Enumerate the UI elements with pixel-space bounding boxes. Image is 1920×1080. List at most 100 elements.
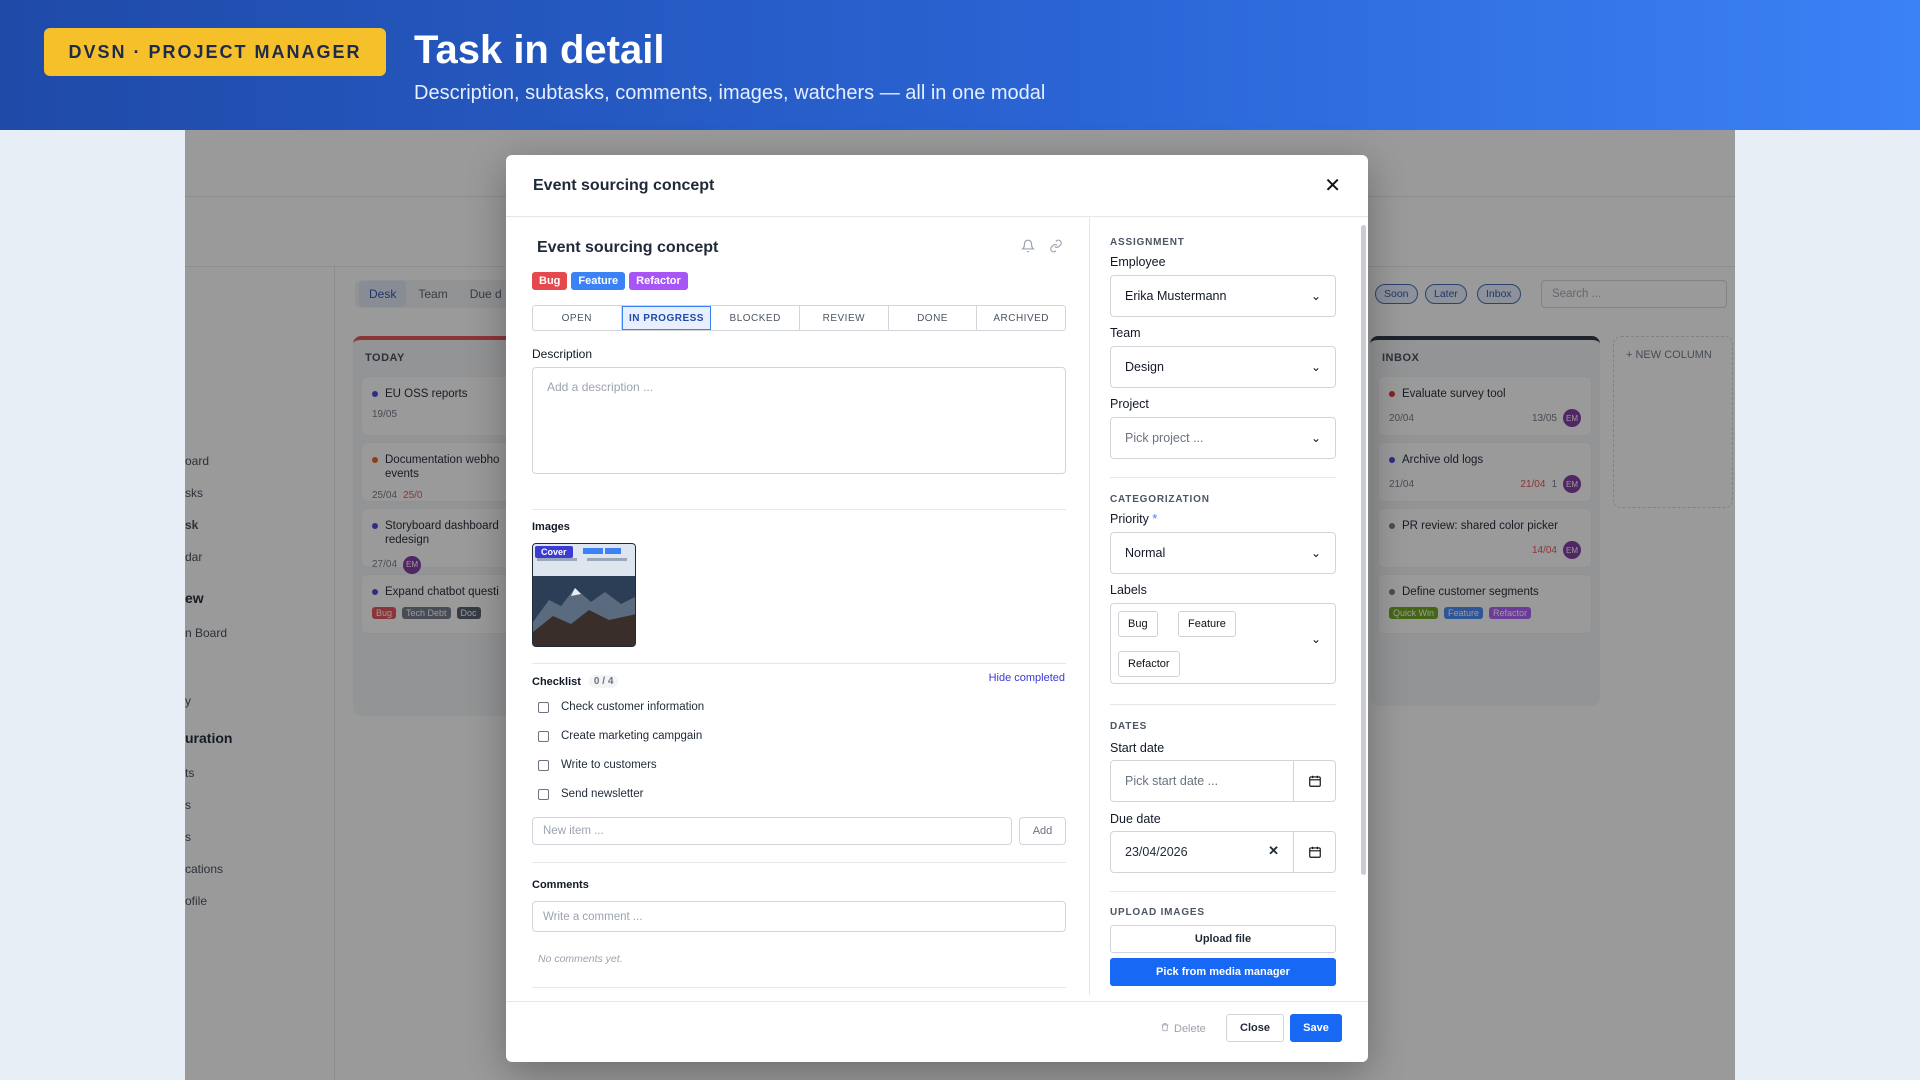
comment-input[interactable]: Write a comment ...: [532, 901, 1066, 932]
calendar-icon[interactable]: [1293, 832, 1335, 872]
task-modal: Event sourcing concept ✕ Event sourcing …: [506, 155, 1368, 1062]
employee-value: Erika Mustermann: [1125, 289, 1227, 303]
status-review[interactable]: REVIEW: [800, 306, 889, 330]
priority-select[interactable]: Normal ⌄: [1110, 532, 1336, 574]
label-chip-refactor[interactable]: Refactor: [1118, 651, 1180, 677]
chevron-down-icon: ⌄: [1310, 289, 1321, 303]
modal-footer: Delete Close Save: [506, 1001, 1368, 1062]
required-marker: *: [1152, 512, 1158, 526]
checklist-item[interactable]: Create marketing campgain: [538, 730, 702, 742]
status-archived[interactable]: ARCHIVED: [977, 306, 1065, 330]
chevron-down-icon: ⌄: [1310, 632, 1321, 646]
description-label: Description: [532, 347, 593, 361]
team-label: Team: [1110, 326, 1141, 340]
project-select[interactable]: Pick project ... ⌄: [1110, 417, 1336, 459]
headline: Task in detail: [414, 28, 665, 72]
cover-badge: Cover: [535, 546, 573, 558]
task-title[interactable]: Event sourcing concept: [537, 239, 718, 257]
checklist-count: 0 / 4: [588, 675, 619, 688]
task-tags: Bug Feature Refactor: [532, 272, 688, 290]
divider: [532, 987, 1066, 988]
checklist-label: Checklist: [532, 675, 581, 688]
delete-button[interactable]: Delete: [1160, 1022, 1206, 1035]
images-label: Images: [532, 521, 570, 533]
employee-select[interactable]: Erika Mustermann ⌄: [1110, 275, 1336, 317]
checkbox[interactable]: [538, 701, 549, 713]
label-chip-feature[interactable]: Feature: [1178, 611, 1236, 637]
add-item-button[interactable]: Add: [1019, 817, 1066, 845]
description-textarea[interactable]: Add a description ...: [532, 367, 1066, 474]
labels-select[interactable]: Bug Feature Refactor ⌄: [1110, 603, 1336, 684]
project-label: Project: [1110, 397, 1149, 411]
checklist-item-label: Write to customers: [561, 759, 657, 771]
tag-refactor[interactable]: Refactor: [629, 272, 688, 290]
chevron-down-icon: ⌄: [1310, 360, 1321, 374]
assignment-section: ASSIGNMENT: [1110, 237, 1185, 248]
start-date-input[interactable]: Pick start date ...: [1110, 760, 1336, 802]
divider: [1110, 477, 1336, 478]
upload-section: UPLOAD IMAGES: [1110, 907, 1205, 918]
image-thumbnail[interactable]: Cover: [532, 543, 636, 647]
delete-label: Delete: [1174, 1022, 1206, 1035]
status-done[interactable]: DONE: [889, 306, 978, 330]
calendar-icon[interactable]: [1293, 761, 1335, 801]
priority-label-text: Priority: [1110, 512, 1149, 526]
hide-completed-link[interactable]: Hide completed: [989, 672, 1065, 684]
scrollbar[interactable]: [1361, 225, 1366, 875]
header-banner: DVSN · PROJECT MANAGER Task in detail De…: [0, 0, 1920, 130]
checkbox[interactable]: [538, 759, 549, 771]
close-button[interactable]: Close: [1226, 1014, 1284, 1042]
checkbox[interactable]: [538, 730, 549, 742]
chevron-down-icon: ⌄: [1310, 546, 1321, 560]
media-manager-button[interactable]: Pick from media manager: [1110, 958, 1336, 986]
project-placeholder: Pick project ...: [1125, 431, 1204, 445]
employee-label: Employee: [1110, 255, 1166, 269]
checkbox[interactable]: [538, 788, 549, 800]
priority-label: Priority *: [1110, 512, 1157, 526]
tag-bug[interactable]: Bug: [532, 272, 568, 290]
clear-icon[interactable]: ✕: [1268, 843, 1279, 859]
new-item-input[interactable]: New item ...: [532, 817, 1012, 845]
dates-section: DATES: [1110, 721, 1148, 732]
due-date-label: Due date: [1110, 812, 1161, 826]
no-comments-text: No comments yet.: [538, 953, 623, 965]
modal-header: Event sourcing concept ✕: [506, 155, 1368, 217]
save-button[interactable]: Save: [1290, 1014, 1342, 1042]
status-blocked[interactable]: BLOCKED: [711, 306, 801, 330]
checklist-item[interactable]: Write to customers: [538, 759, 657, 771]
divider: [1110, 704, 1336, 705]
upload-file-button[interactable]: Upload file: [1110, 925, 1336, 953]
checklist-item[interactable]: Send newsletter: [538, 788, 643, 800]
divider: [1110, 891, 1336, 892]
subheadline: Description, subtasks, comments, images,…: [414, 82, 1046, 104]
status-in-progress[interactable]: IN PROGRESS: [621, 306, 712, 330]
categorization-section: CATEGORIZATION: [1110, 494, 1210, 505]
bell-icon[interactable]: [1020, 239, 1036, 258]
tag-feature[interactable]: Feature: [571, 272, 626, 290]
modal-sidebar: ASSIGNMENT Employee Erika Mustermann ⌄ Te…: [1090, 217, 1368, 995]
start-date-label: Start date: [1110, 741, 1165, 755]
close-icon[interactable]: ✕: [1324, 173, 1341, 198]
brand-badge: DVSN · PROJECT MANAGER: [44, 28, 386, 76]
divider: [532, 509, 1066, 510]
status-selector: OPEN IN PROGRESS BLOCKED REVIEW DONE ARC…: [532, 305, 1066, 331]
trash-icon: [1160, 1022, 1170, 1035]
status-open[interactable]: OPEN: [533, 306, 622, 330]
comments-label: Comments: [532, 879, 589, 891]
chevron-down-icon: ⌄: [1310, 431, 1321, 445]
start-date-placeholder: Pick start date ...: [1125, 774, 1219, 788]
checklist-item[interactable]: Check customer information: [538, 701, 704, 713]
label-chip-bug[interactable]: Bug: [1118, 611, 1158, 637]
checklist-item-label: Send newsletter: [561, 788, 644, 800]
modal-title: Event sourcing concept: [533, 176, 715, 194]
checklist-item-label: Check customer information: [561, 701, 705, 713]
link-icon[interactable]: [1049, 239, 1063, 258]
team-select[interactable]: Design ⌄: [1110, 346, 1336, 388]
checklist-header: Checklist 0 / 4: [532, 675, 619, 688]
checklist-item-label: Create marketing campgain: [561, 730, 703, 742]
due-date-value: 23/04/2026: [1125, 845, 1188, 859]
divider: [532, 663, 1066, 664]
divider: [532, 862, 1066, 863]
modal-main: Event sourcing concept Bug Feature Refac…: [506, 217, 1090, 995]
due-date-input[interactable]: 23/04/2026 ✕: [1110, 831, 1336, 873]
